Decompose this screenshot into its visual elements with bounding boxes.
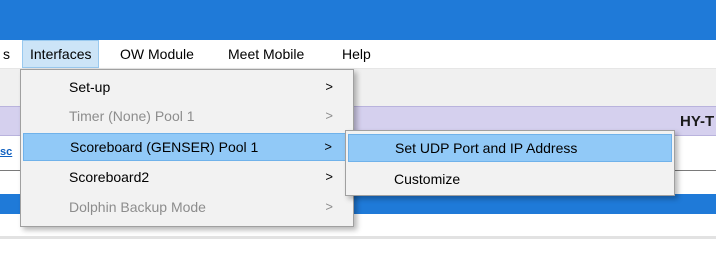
header-label: HY-T — [680, 113, 715, 130]
menu-item-scoreboard-genser[interactable]: Scoreboard (GENSER) Pool 1 > — [23, 133, 351, 161]
chevron-right-icon: > — [324, 139, 332, 154]
menu-item-customize[interactable]: Customize — [348, 165, 672, 193]
scoreboard-submenu: Set UDP Port and IP Address Customize — [345, 130, 675, 196]
menu-item-label: Timer (None) Pool 1 — [69, 108, 195, 124]
menu-item-label: Dolphin Backup Mode — [69, 199, 206, 215]
divider — [0, 236, 716, 239]
title-bar — [0, 0, 716, 40]
chevron-right-icon: > — [325, 169, 333, 184]
menu-item-set-udp-port[interactable]: Set UDP Port and IP Address — [348, 134, 672, 162]
menu-item-scoreboard2[interactable]: Scoreboard2 > — [23, 163, 351, 191]
field-link-label[interactable]: sc — [0, 146, 12, 158]
menu-item-timer[interactable]: Timer (None) Pool 1 > — [23, 102, 351, 130]
chevron-right-icon: > — [325, 108, 333, 123]
interfaces-menu: Set-up > Timer (None) Pool 1 > Scoreboar… — [20, 69, 354, 227]
menu-item-setup[interactable]: Set-up > — [23, 73, 351, 101]
menu-meet-mobile[interactable]: Meet Mobile — [221, 40, 311, 68]
menu-item-dolphin-backup[interactable]: Dolphin Backup Mode > — [23, 193, 351, 221]
menu-help[interactable]: Help — [335, 40, 378, 68]
app-window: s Interfaces OW Module Meet Mobile Help … — [0, 0, 716, 259]
menu-interfaces[interactable]: Interfaces — [22, 40, 100, 68]
menu-ow-module[interactable]: OW Module — [113, 40, 201, 68]
chevron-right-icon: > — [325, 199, 333, 214]
menu-bar: s Interfaces OW Module Meet Mobile Help — [0, 40, 716, 69]
menu-tools-partial[interactable]: s — [0, 40, 17, 68]
chevron-right-icon: > — [325, 79, 333, 94]
menu-item-label: Set UDP Port and IP Address — [395, 140, 578, 156]
menu-item-label: Customize — [394, 171, 461, 187]
menu-item-label: Scoreboard (GENSER) Pool 1 — [70, 139, 259, 155]
menu-item-label: Set-up — [69, 79, 111, 95]
menu-item-label: Scoreboard2 — [69, 169, 150, 185]
